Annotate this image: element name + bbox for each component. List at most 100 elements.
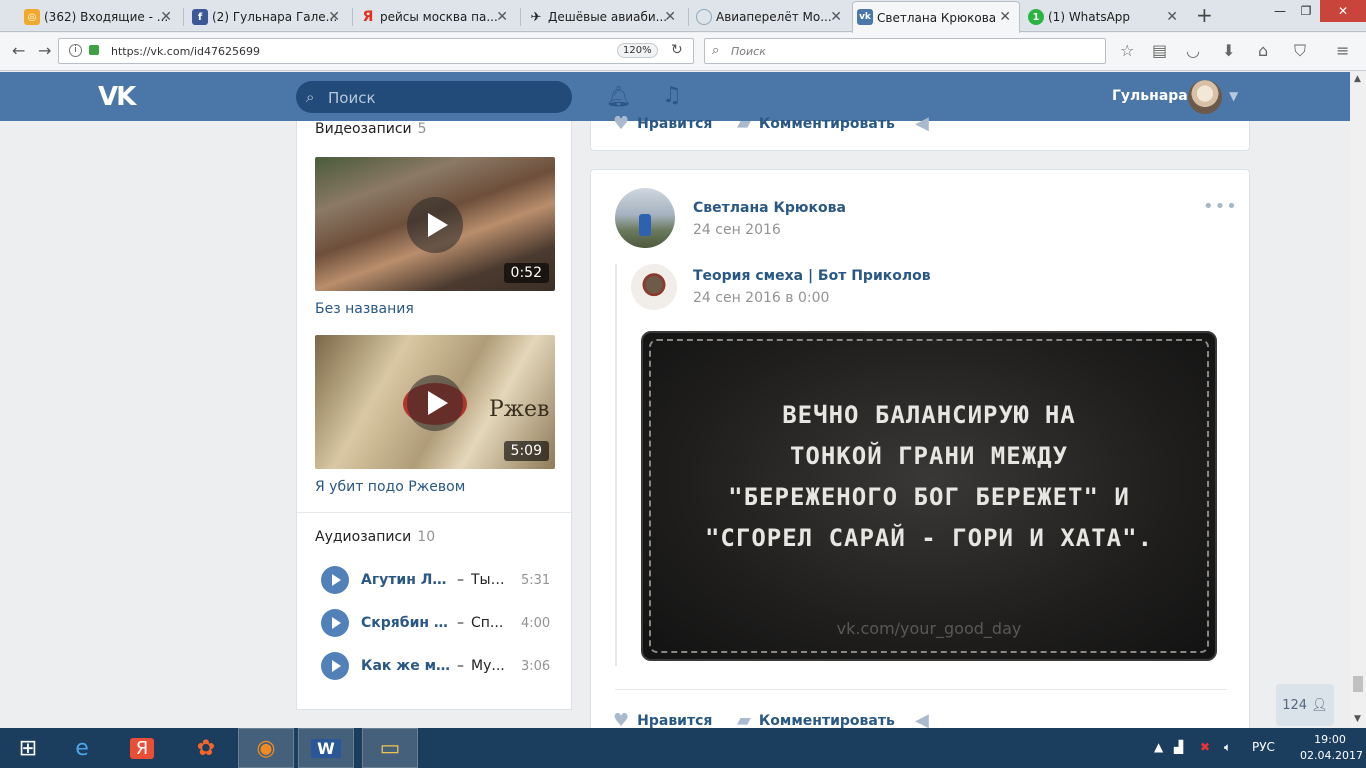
post-author[interactable]: Светлана Крюкова	[693, 200, 846, 216]
bookmark-star-icon[interactable]: ☆	[1120, 41, 1134, 60]
scroll-up-icon[interactable]: ▲	[1354, 74, 1361, 84]
reading-list-icon[interactable]: ▤	[1152, 41, 1167, 60]
online-friends-button[interactable]: 124 👤︎	[1276, 684, 1334, 726]
divider	[615, 689, 1227, 690]
close-tab-icon[interactable]: ✕	[1166, 10, 1178, 24]
video-overlay-text: Ржев	[489, 397, 550, 422]
browser-tab[interactable]: Я рейсы москва па... ✕	[356, 2, 516, 32]
pocket-icon[interactable]: ◡	[1186, 41, 1200, 60]
repost-source-date[interactable]: 24 сен 2016 в 0:00	[693, 290, 829, 306]
search-placeholder: Поиск	[328, 89, 376, 107]
forward-button[interactable]: →	[38, 41, 51, 60]
audio-title: Сп...	[471, 615, 504, 631]
windows-start-icon[interactable]: ⊞	[0, 728, 56, 768]
play-icon[interactable]	[407, 375, 463, 431]
share-button[interactable]: ◀	[915, 113, 937, 134]
repost-source-author[interactable]: Теория смеха | Бот Приколов	[693, 268, 931, 284]
close-tab-icon[interactable]: ✕	[160, 10, 172, 24]
close-tab-icon[interactable]: ✕	[664, 10, 676, 24]
menu-icon[interactable]: ≡	[1336, 41, 1349, 60]
video-duration: 0:52	[503, 263, 549, 283]
video-thumbnail[interactable]: Ржев 5:09	[315, 335, 555, 469]
back-button[interactable]: ←	[12, 41, 25, 60]
megaphone-icon: ◀	[915, 113, 929, 134]
scrollbar-thumb[interactable]	[1353, 676, 1363, 692]
audio-row[interactable]: Агутин Ле... – Ты ... 5:31	[321, 566, 561, 594]
close-tab-icon[interactable]: ✕	[496, 10, 508, 24]
browser-tab[interactable]: Авиаперелёт Мо... ✕	[692, 2, 850, 32]
image-text-line: "СГОРЕЛ САРАЙ - ГОРИ И ХАТА".	[704, 524, 1154, 552]
music-note-icon[interactable]: ♫	[662, 83, 682, 108]
firefox-icon[interactable]: ◉	[238, 728, 294, 768]
tab-separator	[520, 8, 521, 26]
audio-row[interactable]: Как же ма... – Му... 3:06	[321, 652, 561, 680]
user-icon: 👤︎	[1311, 697, 1328, 713]
user-name[interactable]: Гульнара	[1112, 88, 1188, 104]
new-tab-button[interactable]: +	[1196, 5, 1213, 25]
windows-taskbar: ⊞ e Я ✿ ◉ W ▭ ▲ ▟ ✖ 🔈︎ РУС 19:00 02.04.2…	[0, 728, 1366, 768]
browser-tab[interactable]: 1 (1) WhatsApp ✕	[1024, 2, 1186, 32]
like-button[interactable]: ♥ Нравится	[613, 113, 712, 134]
post-image[interactable]: ВЕЧНО БАЛАНСИРУЮ НА ТОНКОЙ ГРАНИ МЕЖДУ "…	[641, 331, 1217, 661]
show-hidden-icons-icon[interactable]: ▲	[1154, 740, 1163, 754]
shield-icon[interactable]: ⛉	[1294, 41, 1306, 61]
chevron-down-icon[interactable]: ▼	[1229, 89, 1238, 103]
internet-explorer-icon[interactable]: e	[54, 728, 110, 768]
signal-icon[interactable]: ▟	[1174, 740, 1183, 754]
url-text[interactable]: https://vk.com/id47625699	[111, 45, 260, 58]
clock[interactable]: 19:00 02.04.2017	[1300, 732, 1363, 764]
close-window-button[interactable]: ✕	[1320, 0, 1366, 22]
image-watermark: vk.com/your_good_day	[836, 619, 1022, 638]
page-scrollbar[interactable]: ▲ ▼	[1350, 72, 1366, 728]
file-explorer-icon[interactable]: ▭	[362, 728, 418, 768]
avatar-figure	[639, 214, 651, 236]
wall-post: Светлана Крюкова 24 сен 2016 ••• Теория …	[590, 169, 1250, 739]
audio-row[interactable]: Скрябин К... – Сп... 4:00	[321, 609, 561, 637]
media-player-icon[interactable]: ✿	[178, 728, 234, 768]
browser-tab[interactable]: ✈ Дешёвые авиаби... ✕	[524, 2, 684, 32]
network-error-icon[interactable]: ✖	[1200, 740, 1210, 754]
post-author-avatar[interactable]	[615, 188, 675, 248]
videos-heading[interactable]: Видеозаписи 5	[315, 121, 427, 137]
url-bar[interactable]: i https://vk.com/id47625699 120% ↻	[58, 38, 694, 64]
audio-heading[interactable]: Аудиозаписи 10	[315, 529, 435, 545]
notifications-bell-icon[interactable]: 🔔︎	[606, 84, 631, 108]
video-title[interactable]: Без названия	[315, 301, 414, 317]
home-icon[interactable]: ⌂	[1258, 41, 1268, 60]
browser-tab[interactable]: f (2) Гульнара Гале... ✕	[188, 2, 348, 32]
video-thumbnail[interactable]: 0:52	[315, 157, 555, 291]
audio-dash: –	[457, 572, 464, 588]
reload-icon[interactable]: ↻	[671, 42, 683, 58]
close-tab-icon[interactable]: ✕	[830, 10, 842, 24]
audio-play-icon[interactable]	[321, 652, 349, 680]
download-icon[interactable]: ⬇	[1222, 41, 1235, 60]
word-icon[interactable]: W	[298, 728, 354, 768]
browser-tab[interactable]: ◎ (362) Входящие - ... ✕	[20, 2, 180, 32]
play-icon[interactable]	[407, 197, 463, 253]
volume-icon[interactable]: 🔈︎	[1224, 740, 1231, 755]
audio-artist[interactable]: Агутин Ле...	[361, 572, 453, 588]
browser-search-field[interactable]: ⌕ Поиск	[704, 38, 1106, 64]
vk-logo[interactable]: VK	[98, 82, 136, 112]
repost-source-avatar[interactable]	[631, 264, 677, 310]
scroll-down-icon[interactable]: ▼	[1354, 714, 1361, 724]
post-date[interactable]: 24 сен 2016	[693, 222, 781, 238]
video-title[interactable]: Я убит подо Ржевом	[315, 479, 465, 495]
info-icon[interactable]: i	[69, 44, 82, 57]
minimize-button[interactable]: —	[1266, 0, 1294, 22]
browser-tab-active[interactable]: vk Светлана Крюкова ✕	[852, 1, 1020, 33]
comment-button[interactable]: ▰ Комментировать	[737, 113, 895, 134]
vk-search-input[interactable]: ⌕ Поиск	[296, 81, 572, 113]
audio-play-icon[interactable]	[321, 609, 349, 637]
language-indicator[interactable]: РУС	[1252, 740, 1275, 754]
restore-button[interactable]: ❐	[1294, 0, 1318, 22]
yandex-browser-icon[interactable]: Я	[114, 728, 170, 768]
audio-play-icon[interactable]	[321, 566, 349, 594]
audio-artist[interactable]: Скрябин К...	[361, 615, 453, 631]
zoom-indicator[interactable]: 120%	[617, 43, 658, 58]
more-options-icon[interactable]: •••	[1203, 196, 1238, 217]
user-avatar[interactable]	[1188, 80, 1222, 114]
close-tab-icon[interactable]: ✕	[328, 10, 340, 24]
close-tab-icon[interactable]: ✕	[999, 10, 1011, 24]
audio-artist[interactable]: Как же ма...	[361, 658, 453, 674]
